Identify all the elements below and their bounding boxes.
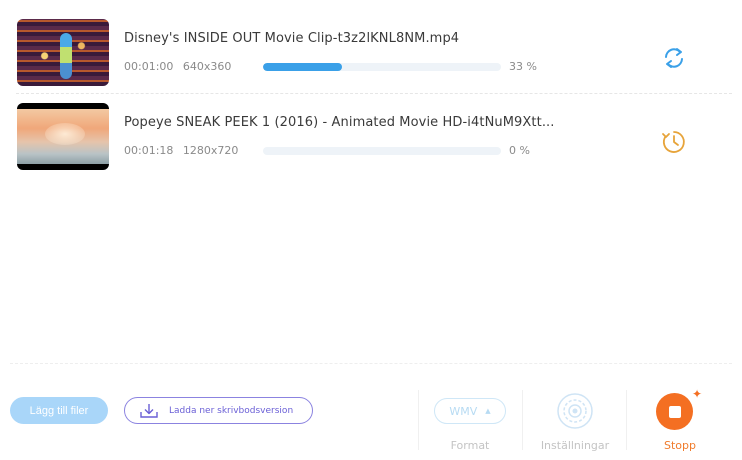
format-value: WMV <box>449 404 478 418</box>
video-thumbnail <box>17 103 109 170</box>
settings-label: Inställningar <box>540 439 610 452</box>
video-resolution: 640x360 <box>182 60 232 73</box>
progress-bar <box>263 63 501 71</box>
video-duration: 00:01:18 <box>124 144 174 157</box>
download-item: Disney's INSIDE OUT Movie Clip-t3z2lKNL8… <box>0 12 742 94</box>
download-item: Popeye SNEAK PEEK 1 (2016) - Animated Mo… <box>0 96 742 178</box>
pending-clock-icon[interactable] <box>660 128 688 156</box>
stop-label: Stopp <box>664 439 696 452</box>
video-meta: 00:01:18 1280x720 <box>124 144 238 157</box>
video-thumbnail <box>17 19 109 86</box>
progress-percent: 0 % <box>509 144 530 157</box>
progress-fill <box>263 63 342 71</box>
download-icon <box>140 403 158 418</box>
add-files-button[interactable]: Lägg till filer <box>10 397 108 424</box>
sparkle-icon: ✦ <box>692 387 703 401</box>
download-desktop-label: Ladda ner skrivbodsversion <box>169 405 294 416</box>
video-title: Disney's INSIDE OUT Movie Clip-t3z2lKNL8… <box>124 31 460 46</box>
progress-bar <box>263 147 501 155</box>
video-duration: 00:01:00 <box>124 60 174 73</box>
settings-gear-icon[interactable] <box>556 392 594 430</box>
stop-button[interactable] <box>656 393 693 430</box>
format-select[interactable]: WMV ▲ <box>434 398 506 424</box>
caret-up-icon: ▲ <box>485 407 491 415</box>
video-meta: 00:01:00 640x360 <box>124 60 231 73</box>
converting-refresh-icon[interactable] <box>660 44 688 72</box>
progress-percent: 33 % <box>509 60 537 73</box>
download-desktop-button[interactable]: Ladda ner skrivbodsversion <box>124 397 313 424</box>
stop-icon <box>668 405 681 418</box>
video-title: Popeye SNEAK PEEK 1 (2016) - Animated Mo… <box>124 115 555 130</box>
format-label: Format <box>450 439 490 452</box>
video-resolution: 1280x720 <box>182 144 239 157</box>
